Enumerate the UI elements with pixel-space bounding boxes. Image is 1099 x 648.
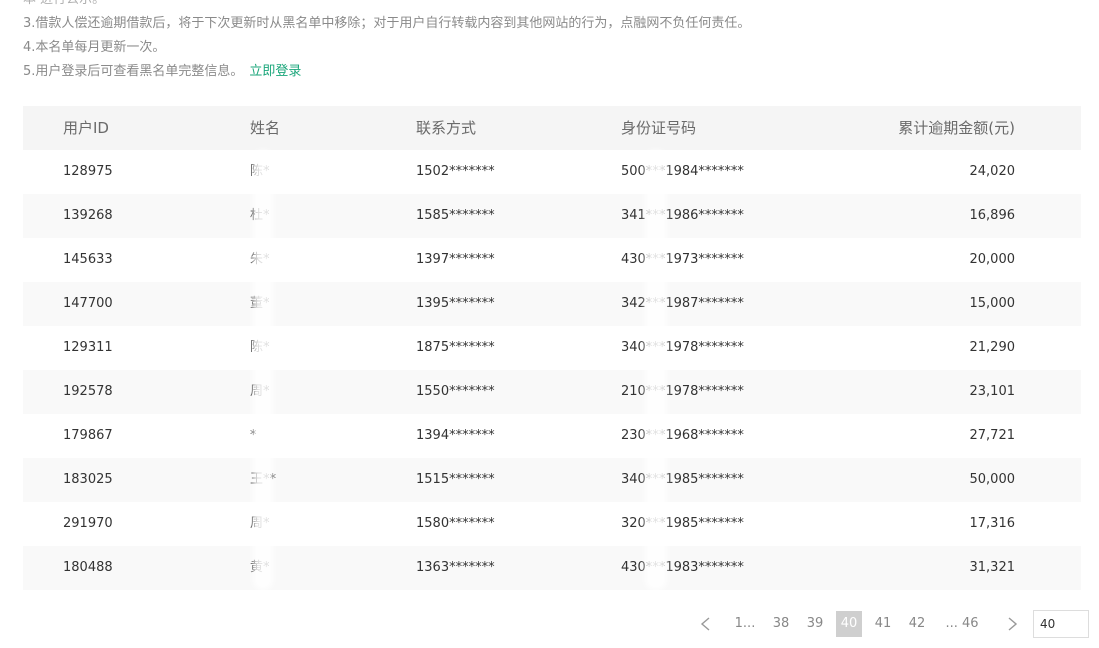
chevron-left-icon[interactable] — [693, 611, 719, 637]
table-row: 180488 黄* 1363******* 430***1983******* … — [23, 546, 1081, 590]
cell-name: 陈* — [250, 164, 270, 179]
cell-overdue-amount: 20,000 — [969, 252, 1016, 267]
login-link[interactable]: 立即登录 — [249, 64, 301, 79]
page-42[interactable]: 42 — [906, 611, 928, 637]
cell-id-card: 500***1984******* — [621, 164, 744, 179]
notice-line-5: 5.用户登录后可查看黑名单完整信息。 立即登录 — [23, 60, 750, 84]
cell-phone: 1363******* — [416, 560, 495, 575]
cell-overdue-amount: 50,000 — [969, 472, 1016, 487]
cell-name: 陈* — [250, 340, 270, 355]
header-overdue-amount: 累计逾期金额(元) — [898, 119, 1015, 137]
cell-user-id: 147700 — [63, 296, 113, 311]
cell-user-id: 129311 — [63, 340, 113, 355]
cell-user-id: 128975 — [63, 164, 113, 179]
header-name: 姓名 — [250, 119, 281, 137]
cell-name: * — [250, 428, 257, 443]
cell-user-id: 291970 — [63, 516, 113, 531]
page-40-current[interactable]: 40 — [836, 611, 862, 637]
cell-overdue-amount: 24,020 — [969, 164, 1016, 179]
cell-name: 朱* — [250, 252, 270, 267]
cell-user-id: 180488 — [63, 560, 113, 575]
blacklist-table: 用户ID 姓名 联系方式 身份证号码 累计逾期金额(元) 128975 陈* 1… — [23, 106, 1081, 590]
cell-user-id: 183025 — [63, 472, 113, 487]
blacklist-page: 本 进行公示。 3.借款人偿还逾期借款后，将于下次更新时从黑名单中移除；对于用户… — [0, 0, 1099, 648]
header-id-card: 身份证号码 — [621, 119, 697, 137]
cell-phone: 1550******* — [416, 384, 495, 399]
cell-name: 杜* — [250, 208, 270, 223]
cell-phone: 1585******* — [416, 208, 495, 223]
cell-phone: 1502******* — [416, 164, 495, 179]
table-row: 291970 周* 1580******* 320***1985******* … — [23, 502, 1081, 546]
cell-name: 王** — [250, 472, 277, 487]
cell-user-id: 145633 — [63, 252, 113, 267]
cell-name: 董* — [250, 296, 270, 311]
page-41[interactable]: 41 — [872, 611, 894, 637]
table-row: 183025 王** 1515******* 340***1985*******… — [23, 458, 1081, 502]
cell-phone: 1395******* — [416, 296, 495, 311]
page-39[interactable]: 39 — [804, 611, 826, 637]
table-row: 145633 朱* 1397******* 430***1973******* … — [23, 238, 1081, 282]
cell-id-card: 340***1978******* — [621, 340, 744, 355]
table-row: 147700 董* 1395******* 342***1987******* … — [23, 282, 1081, 326]
notice-line-3: 3.借款人偿还逾期借款后，将于下次更新时从黑名单中移除；对于用户自行转载内容到其… — [23, 16, 751, 31]
page-38[interactable]: 38 — [770, 611, 792, 637]
notice-line-2: 本 进行公示。 — [23, 0, 750, 12]
table-row: 139268 杜* 1585******* 341***1986******* … — [23, 194, 1081, 238]
chevron-right-icon[interactable] — [999, 611, 1025, 637]
cell-id-card: 230***1968******* — [621, 428, 744, 443]
cell-phone: 1580******* — [416, 516, 495, 531]
notice-text: 本 进行公示。 3.借款人偿还逾期借款后，将于下次更新时从黑名单中移除；对于用户… — [23, 0, 750, 84]
cell-id-card: 341***1986******* — [621, 208, 744, 223]
cell-phone: 1515******* — [416, 472, 495, 487]
cell-overdue-amount: 21,290 — [969, 340, 1016, 355]
table-row: 179867 * 1394******* 230***1968******* 2… — [23, 414, 1081, 458]
cell-overdue-amount: 15,000 — [969, 296, 1016, 311]
cell-phone: 1394******* — [416, 428, 495, 443]
cell-phone: 1875******* — [416, 340, 495, 355]
notice-line-5-text: 5.用户登录后可查看黑名单完整信息。 — [23, 64, 244, 79]
header-user-id: 用户ID — [63, 119, 109, 137]
cell-overdue-amount: 31,321 — [969, 560, 1016, 575]
cell-name: 周* — [250, 384, 270, 399]
cell-id-card: 430***1973******* — [621, 252, 744, 267]
table-row: 128975 陈* 1502******* 500***1984******* … — [23, 150, 1081, 194]
cell-id-card: 320***1985******* — [621, 516, 744, 531]
cell-overdue-amount: 17,316 — [969, 516, 1016, 531]
cell-user-id: 192578 — [63, 384, 113, 399]
page-jump-input[interactable] — [1033, 610, 1089, 638]
cell-id-card: 342***1987******* — [621, 296, 744, 311]
cell-overdue-amount: 23,101 — [969, 384, 1016, 399]
table-header: 用户ID 姓名 联系方式 身份证号码 累计逾期金额(元) — [23, 106, 1081, 150]
cell-overdue-amount: 27,721 — [969, 428, 1016, 443]
cell-name: 黄* — [250, 560, 270, 575]
cell-phone: 1397******* — [416, 252, 495, 267]
cell-overdue-amount: 16,896 — [969, 208, 1016, 223]
cell-id-card: 340***1985******* — [621, 472, 744, 487]
page-last[interactable]: ... 46 — [944, 611, 980, 637]
cell-id-card: 430***1983******* — [621, 560, 744, 575]
header-phone: 联系方式 — [416, 119, 477, 137]
cell-user-id: 139268 — [63, 208, 113, 223]
table-row: 129311 陈* 1875******* 340***1978******* … — [23, 326, 1081, 370]
notice-line-4: 4.本名单每月更新一次。 — [23, 40, 166, 55]
cell-user-id: 179867 — [63, 428, 113, 443]
table-row: 192578 周* 1550******* 210***1978******* … — [23, 370, 1081, 414]
page-first[interactable]: 1... — [734, 611, 756, 637]
cell-name: 周* — [250, 516, 270, 531]
cell-id-card: 210***1978******* — [621, 384, 744, 399]
